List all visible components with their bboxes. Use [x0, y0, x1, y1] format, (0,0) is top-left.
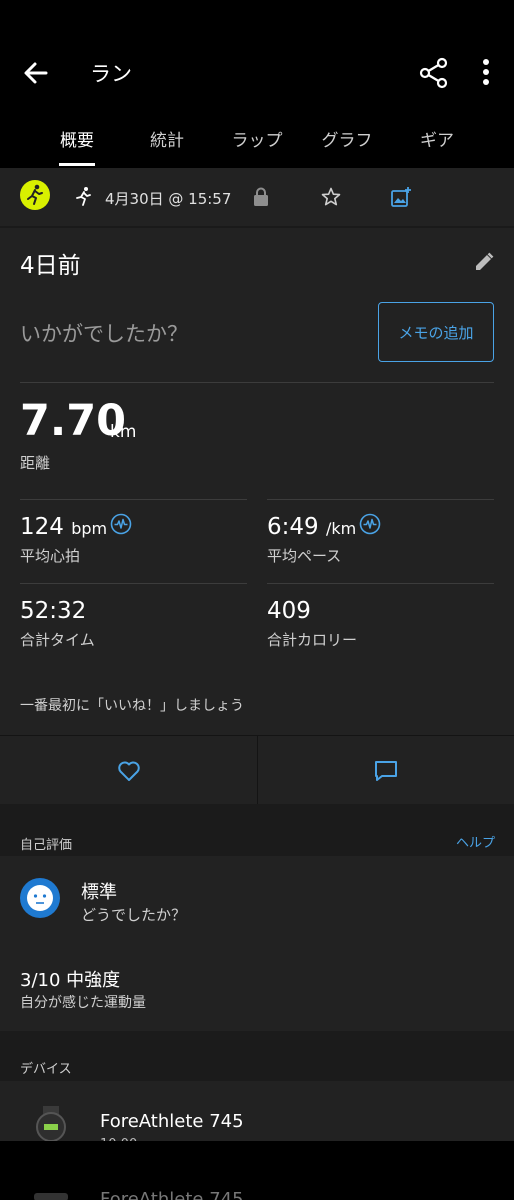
- like-first-prompt: 一番最初に「いいね！」しましょう: [20, 698, 244, 714]
- pace-unit: /km: [325, 519, 357, 538]
- bottom-overlay: ForeAthlete 745: [0, 1141, 514, 1200]
- self-eval-section-label: 自己評価: [20, 838, 73, 853]
- activity-type-runner-icon: [76, 187, 91, 206]
- lock-icon[interactable]: [252, 187, 270, 207]
- device-card[interactable]: [0, 1081, 514, 1141]
- pulse-icon[interactable]: [110, 513, 132, 535]
- divider: [267, 583, 494, 584]
- total-calories-label: 合計カロリー: [267, 631, 358, 649]
- neutral-face-icon: [27, 885, 53, 911]
- heart-rate-unit: bpm: [71, 519, 108, 538]
- tab-overview[interactable]: 概要: [37, 126, 117, 151]
- avg-heart-rate-value[interactable]: 124 bpm: [20, 514, 107, 540]
- share-icon[interactable]: [416, 55, 452, 91]
- face-icon[interactable]: [20, 878, 60, 918]
- activity-datetime: 4月30日 @ 15:57: [105, 190, 232, 208]
- section-header: [0, 1031, 514, 1081]
- pulse-icon[interactable]: [359, 513, 381, 535]
- avg-heart-rate-label: 平均心拍: [20, 547, 81, 565]
- tab-graph[interactable]: グラフ: [307, 126, 387, 151]
- feel-subtitle: どうでしたか？: [81, 906, 187, 924]
- section-header: [0, 804, 514, 856]
- divider: [267, 499, 494, 500]
- feel-title[interactable]: 標準: [81, 878, 117, 904]
- divider: [257, 736, 258, 804]
- help-link[interactable]: ヘルプ: [456, 832, 495, 851]
- avatar[interactable]: [20, 180, 50, 210]
- divider: [0, 226, 514, 228]
- add-memo-button[interactable]: メモの追加: [378, 302, 494, 362]
- watch-icon: [34, 1193, 68, 1200]
- page-title: ラン: [90, 62, 132, 86]
- tab-gear[interactable]: ギア: [397, 126, 477, 151]
- pencil-icon[interactable]: [473, 251, 495, 273]
- divider: [20, 583, 247, 584]
- device-name[interactable]: ForeAthlete 745: [100, 1111, 244, 1132]
- device-name-ghost: ForeAthlete 745: [100, 1189, 244, 1200]
- star-icon[interactable]: [320, 186, 342, 208]
- comment-icon[interactable]: [373, 758, 399, 784]
- distance-label: 距離: [20, 454, 51, 472]
- runner-icon: [27, 184, 43, 205]
- avg-pace-label: 平均ペース: [267, 547, 342, 565]
- tab-bar: 概要 統計 ラップ グラフ ギア: [0, 108, 514, 168]
- divider: [20, 382, 494, 383]
- feedback-prompt: いかがでしたか？: [20, 322, 188, 346]
- pace-number: 6:49: [267, 514, 319, 540]
- total-time-label: 合計タイム: [20, 631, 95, 649]
- intensity-title[interactable]: 3/10 中強度: [20, 966, 120, 992]
- heart-rate-number: 124: [20, 514, 64, 540]
- device-section-label: デバイス: [20, 1062, 72, 1077]
- total-time-value: 52:32: [20, 598, 87, 624]
- tab-laps[interactable]: ラップ: [217, 126, 297, 151]
- distance-unit: km: [110, 422, 137, 442]
- more-vert-icon[interactable]: [472, 55, 500, 91]
- heart-icon[interactable]: [116, 758, 142, 784]
- total-calories-value: 409: [267, 598, 311, 624]
- back-arrow-icon[interactable]: [18, 55, 54, 91]
- active-tab-indicator: [59, 163, 95, 166]
- watch-icon: [36, 1106, 66, 1142]
- intensity-subtitle: 自分が感じた運動量: [20, 995, 146, 1011]
- add-photo-icon[interactable]: [390, 186, 412, 208]
- avg-pace-value[interactable]: 6:49 /km: [267, 514, 356, 540]
- tab-stats[interactable]: 統計: [127, 126, 207, 151]
- divider: [20, 499, 247, 500]
- activity-name: 4日前: [20, 253, 81, 279]
- app-bar: ラン: [0, 0, 514, 108]
